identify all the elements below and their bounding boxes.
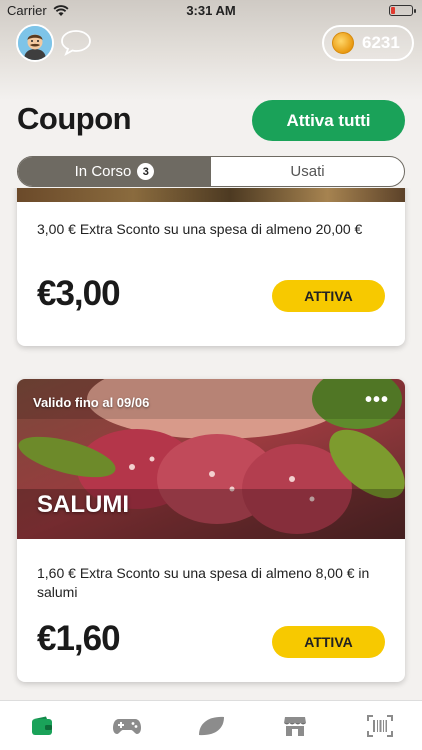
coupon-tabs: In Corso 3 Usati xyxy=(17,156,405,187)
validity-label: Valido fino al 09/06 xyxy=(33,395,150,410)
tab-label: Usati xyxy=(290,163,325,180)
user-avatar-icon xyxy=(18,26,52,60)
coupon-list[interactable]: 3,00 € Extra Sconto su una spesa di alme… xyxy=(0,188,422,700)
tab-store[interactable] xyxy=(279,712,311,740)
count-badge: 3 xyxy=(137,163,155,180)
coupon-category: SALUMI xyxy=(37,491,129,518)
store-icon xyxy=(284,716,307,736)
tab-leaf[interactable] xyxy=(195,712,227,740)
coupon-value: €1,60 xyxy=(37,619,121,658)
gamepad-icon xyxy=(112,718,141,734)
chat-bubble-icon[interactable] xyxy=(60,28,92,56)
page-title: Coupon xyxy=(17,101,132,136)
tab-games[interactable] xyxy=(111,712,143,740)
avatar[interactable] xyxy=(16,24,54,62)
coins-balance[interactable]: 6231 xyxy=(322,25,414,61)
activate-coupon-button[interactable]: ATTIVA xyxy=(272,280,385,312)
barcode-icon xyxy=(366,714,393,737)
coupon-description: 3,00 € Extra Sconto su una spesa di alme… xyxy=(37,221,363,237)
activate-all-button[interactable]: Attiva tutti xyxy=(252,100,405,141)
activate-coupon-button[interactable]: ATTIVA xyxy=(272,626,385,658)
coin-icon xyxy=(332,32,354,54)
bottom-tab-bar xyxy=(0,700,422,750)
coupon-value: €3,00 xyxy=(37,274,121,313)
coupon-description: 1,60 € Extra Sconto su una spesa di alme… xyxy=(37,565,370,600)
status-bar: Carrier 3:31 AM xyxy=(0,0,422,22)
more-options-icon[interactable]: ••• xyxy=(365,390,389,410)
tab-in-corso[interactable]: In Corso 3 xyxy=(18,157,211,186)
coupon-card: 3,00 € Extra Sconto su una spesa di alme… xyxy=(17,188,405,346)
battery-icon xyxy=(389,5,416,16)
leaf-icon xyxy=(198,716,224,735)
coupon-card: Valido fino al 09/06 ••• SALUMI 1,60 € E… xyxy=(17,379,405,682)
tab-usati[interactable]: Usati xyxy=(211,157,404,186)
coupon-image xyxy=(17,188,405,202)
status-time: 3:31 AM xyxy=(186,3,236,18)
tab-wallet[interactable] xyxy=(26,712,58,740)
coins-value: 6231 xyxy=(362,33,400,52)
tab-label: In Corso xyxy=(74,163,132,180)
tab-barcode[interactable] xyxy=(364,712,396,740)
wallet-icon xyxy=(32,716,53,735)
